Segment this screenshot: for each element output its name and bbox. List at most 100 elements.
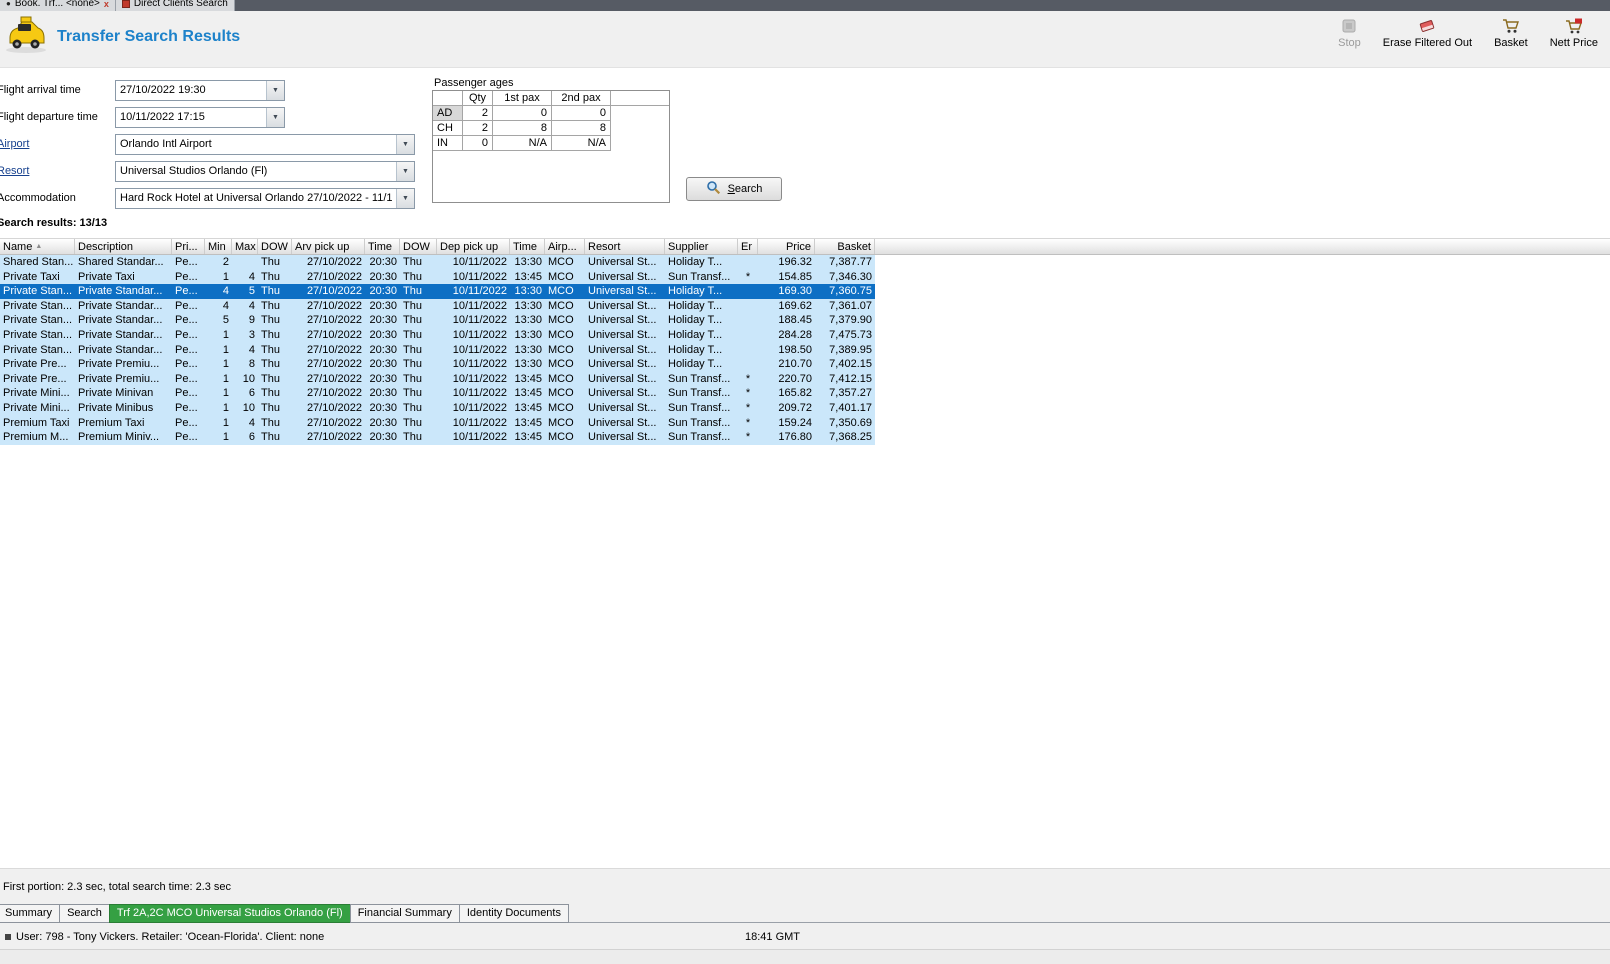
window-tab-direct-clients-search[interactable]: Direct Clients Search [115,0,235,11]
column-header-5[interactable]: DOW [258,239,292,254]
chevron-down-icon[interactable]: ▼ [396,188,414,208]
pax-cell-2-1[interactable]: 0 [463,136,493,151]
erase-filtered-out-button[interactable]: Erase Filtered Out [1383,17,1472,49]
resort-combobox[interactable]: Universal Studios Orlando (Fl) ▼ [115,160,415,182]
chevron-down-icon[interactable]: ▼ [266,80,284,100]
accommodation-combobox[interactable]: Hard Rock Hotel at Universal Orlando 27/… [115,187,415,209]
pax-cell-1-3[interactable]: 8 [552,121,611,136]
column-header-1[interactable]: Description [75,239,172,254]
cell-3-10: 13:30 [514,299,542,312]
stop-button: Stop [1338,17,1361,49]
cell-12-8: Thu [403,431,422,444]
pax-row-filler [611,121,669,136]
close-tab-icon[interactable]: x [104,0,109,9]
table-row[interactable]: Premium M... Premium Miniv... Pe... 1 6 Thu 27… [0,430,875,445]
column-header-15[interactable]: Price [758,239,815,254]
cell-3-16: 7,361.07 [829,299,872,312]
search-button[interactable]: Search [686,177,782,201]
basket-button[interactable]: Basket [1494,17,1528,49]
cell-1-0: Private Taxi [3,270,60,283]
cell-11-1: Premium Taxi [78,416,145,429]
column-header-11[interactable]: Airp... [545,239,585,254]
cell-0-16: 7,387.77 [829,256,872,268]
airport-combobox[interactable]: Orlando Intl Airport ▼ [115,133,415,155]
table-row[interactable]: Private Stan... Private Standar... Pe... 1 3… [0,327,875,343]
table-row[interactable]: Private Taxi Private Taxi Pe... 1 4 Thu 27/10/… [0,269,875,285]
bottom-tab-1[interactable]: Search [59,904,110,923]
column-header-10[interactable]: Time [510,239,545,254]
pax-cell-0-0[interactable]: AD [433,106,463,121]
table-row[interactable]: Shared Stan... Shared Standar... Pe... 2 Thu… [0,255,875,270]
column-header-9[interactable]: Dep pick up [437,239,510,254]
column-header-4[interactable]: Max [232,239,258,254]
nett-price-label: Nett Price [1549,37,1598,49]
table-row[interactable]: Private Stan... Private Standar... Pe... 4 5… [0,284,875,299]
field-label-resort[interactable]: Resort [0,165,115,177]
search-button-label: Search [727,183,763,195]
bottom-tab-4[interactable]: Identity Documents [458,904,569,923]
table-row[interactable]: Private Pre... Private Premiu... Pe... 1 8 Th… [0,357,875,372]
table-row[interactable]: Private Stan... Private Standar... Pe... 1 4… [0,342,875,358]
nett-price-button[interactable]: Nett Price [1550,17,1598,49]
bottom-tab-3[interactable]: Financial Summary [349,904,460,923]
window-tab-direct-clients-label: Direct Clients Search [133,0,228,9]
column-header-8[interactable]: DOW [400,239,437,254]
cell-9-1: Private Minivan [78,387,154,400]
cell-9-6: 27/10/2022 [306,387,362,400]
column-header-14[interactable]: Er [738,239,758,254]
cell-4-9: 10/11/2022 [452,314,507,327]
table-row[interactable]: Private Mini... Private Minibus Pe... 1 10 Th… [0,400,875,416]
cell-10-7: 20:30 [369,401,397,414]
column-header-3[interactable]: Min [205,239,232,254]
cell-2-5: Thu [261,285,280,298]
cell-10-10: 13:45 [514,401,542,414]
cell-0-8: Thu [403,256,422,268]
chevron-down-icon[interactable]: ▼ [396,134,414,154]
pax-cell-0-1[interactable]: 2 [463,106,493,121]
flight-departure-time-combobox[interactable]: 10/11/2022 17:15 ▼ [115,106,285,128]
column-header-7[interactable]: Time [365,239,400,254]
bottom-tab-0[interactable]: Summary [0,904,61,923]
cell-10-1: Private Minibus [78,401,154,414]
window-tab-booking[interactable]: ● Book. Trf... <none> x [0,0,116,11]
cell-1-13: Sun Transf... [668,270,731,283]
table-row[interactable]: Private Mini... Private Minivan Pe... 1 6 Thu… [0,386,875,401]
cell-9-10: 13:45 [514,387,542,400]
column-header-6[interactable]: Arv pick up [292,239,365,254]
search-time-status: First portion: 2.3 sec, total search tim… [3,881,232,893]
field-label-accommodation: Accommodation [0,192,76,204]
pax-cell-2-2[interactable]: N/A [493,136,552,151]
table-row[interactable]: Premium Taxi Premium Taxi Pe... 1 4 Thu 27/10/… [0,415,875,431]
cell-4-8: Thu [403,314,422,327]
cell-4-1: Private Standar... [78,314,163,327]
table-row[interactable]: Private Stan... Private Standar... Pe... 4 4… [0,298,875,314]
search-tab-icon [121,0,130,8]
bottom-tab-2[interactable]: Trf 2A,2C MCO Universal Studios Orlando … [108,904,351,923]
column-header-0[interactable]: Name ▲ [0,239,75,254]
pax-cell-1-1[interactable]: 2 [463,121,493,136]
cell-2-3: 4 [222,285,229,298]
column-header-12[interactable]: Resort [585,239,665,254]
form-row-flight-departure-time: Flight departure time 10/11/2022 17:15 ▼ [0,106,285,128]
cell-0-0: Shared Stan... [3,256,74,268]
chevron-down-icon[interactable]: ▼ [396,161,414,181]
pax-cell-2-0[interactable]: IN [433,136,463,151]
cell-5-4: 3 [248,328,255,341]
pax-cell-2-3[interactable]: N/A [552,136,611,151]
cell-10-6: 27/10/2022 [306,401,362,414]
chevron-down-icon[interactable]: ▼ [266,107,284,127]
flight-arrival-time-combobox[interactable]: 27/10/2022 19:30 ▼ [115,79,285,101]
pax-cell-1-0[interactable]: CH [433,121,463,136]
field-label-airport[interactable]: Airport [0,138,115,150]
table-row[interactable]: Private Stan... Private Standar... Pe... 5 9… [0,313,875,328]
pax-cell-0-3[interactable]: 0 [552,106,611,121]
column-header-16[interactable]: Basket [815,239,875,254]
pax-cell-1-2[interactable]: 8 [493,121,552,136]
column-header-2[interactable]: Pri... [172,239,205,254]
pax-cell-0-2[interactable]: 0 [493,106,552,121]
table-row[interactable]: Private Pre... Private Premiu... Pe... 1 10 T… [0,371,875,387]
column-header-13[interactable]: Supplier [665,239,738,254]
cell-1-10: 13:45 [514,270,542,283]
cell-5-12: Universal St... [588,328,657,341]
cell-3-2: Pe... [175,299,198,312]
